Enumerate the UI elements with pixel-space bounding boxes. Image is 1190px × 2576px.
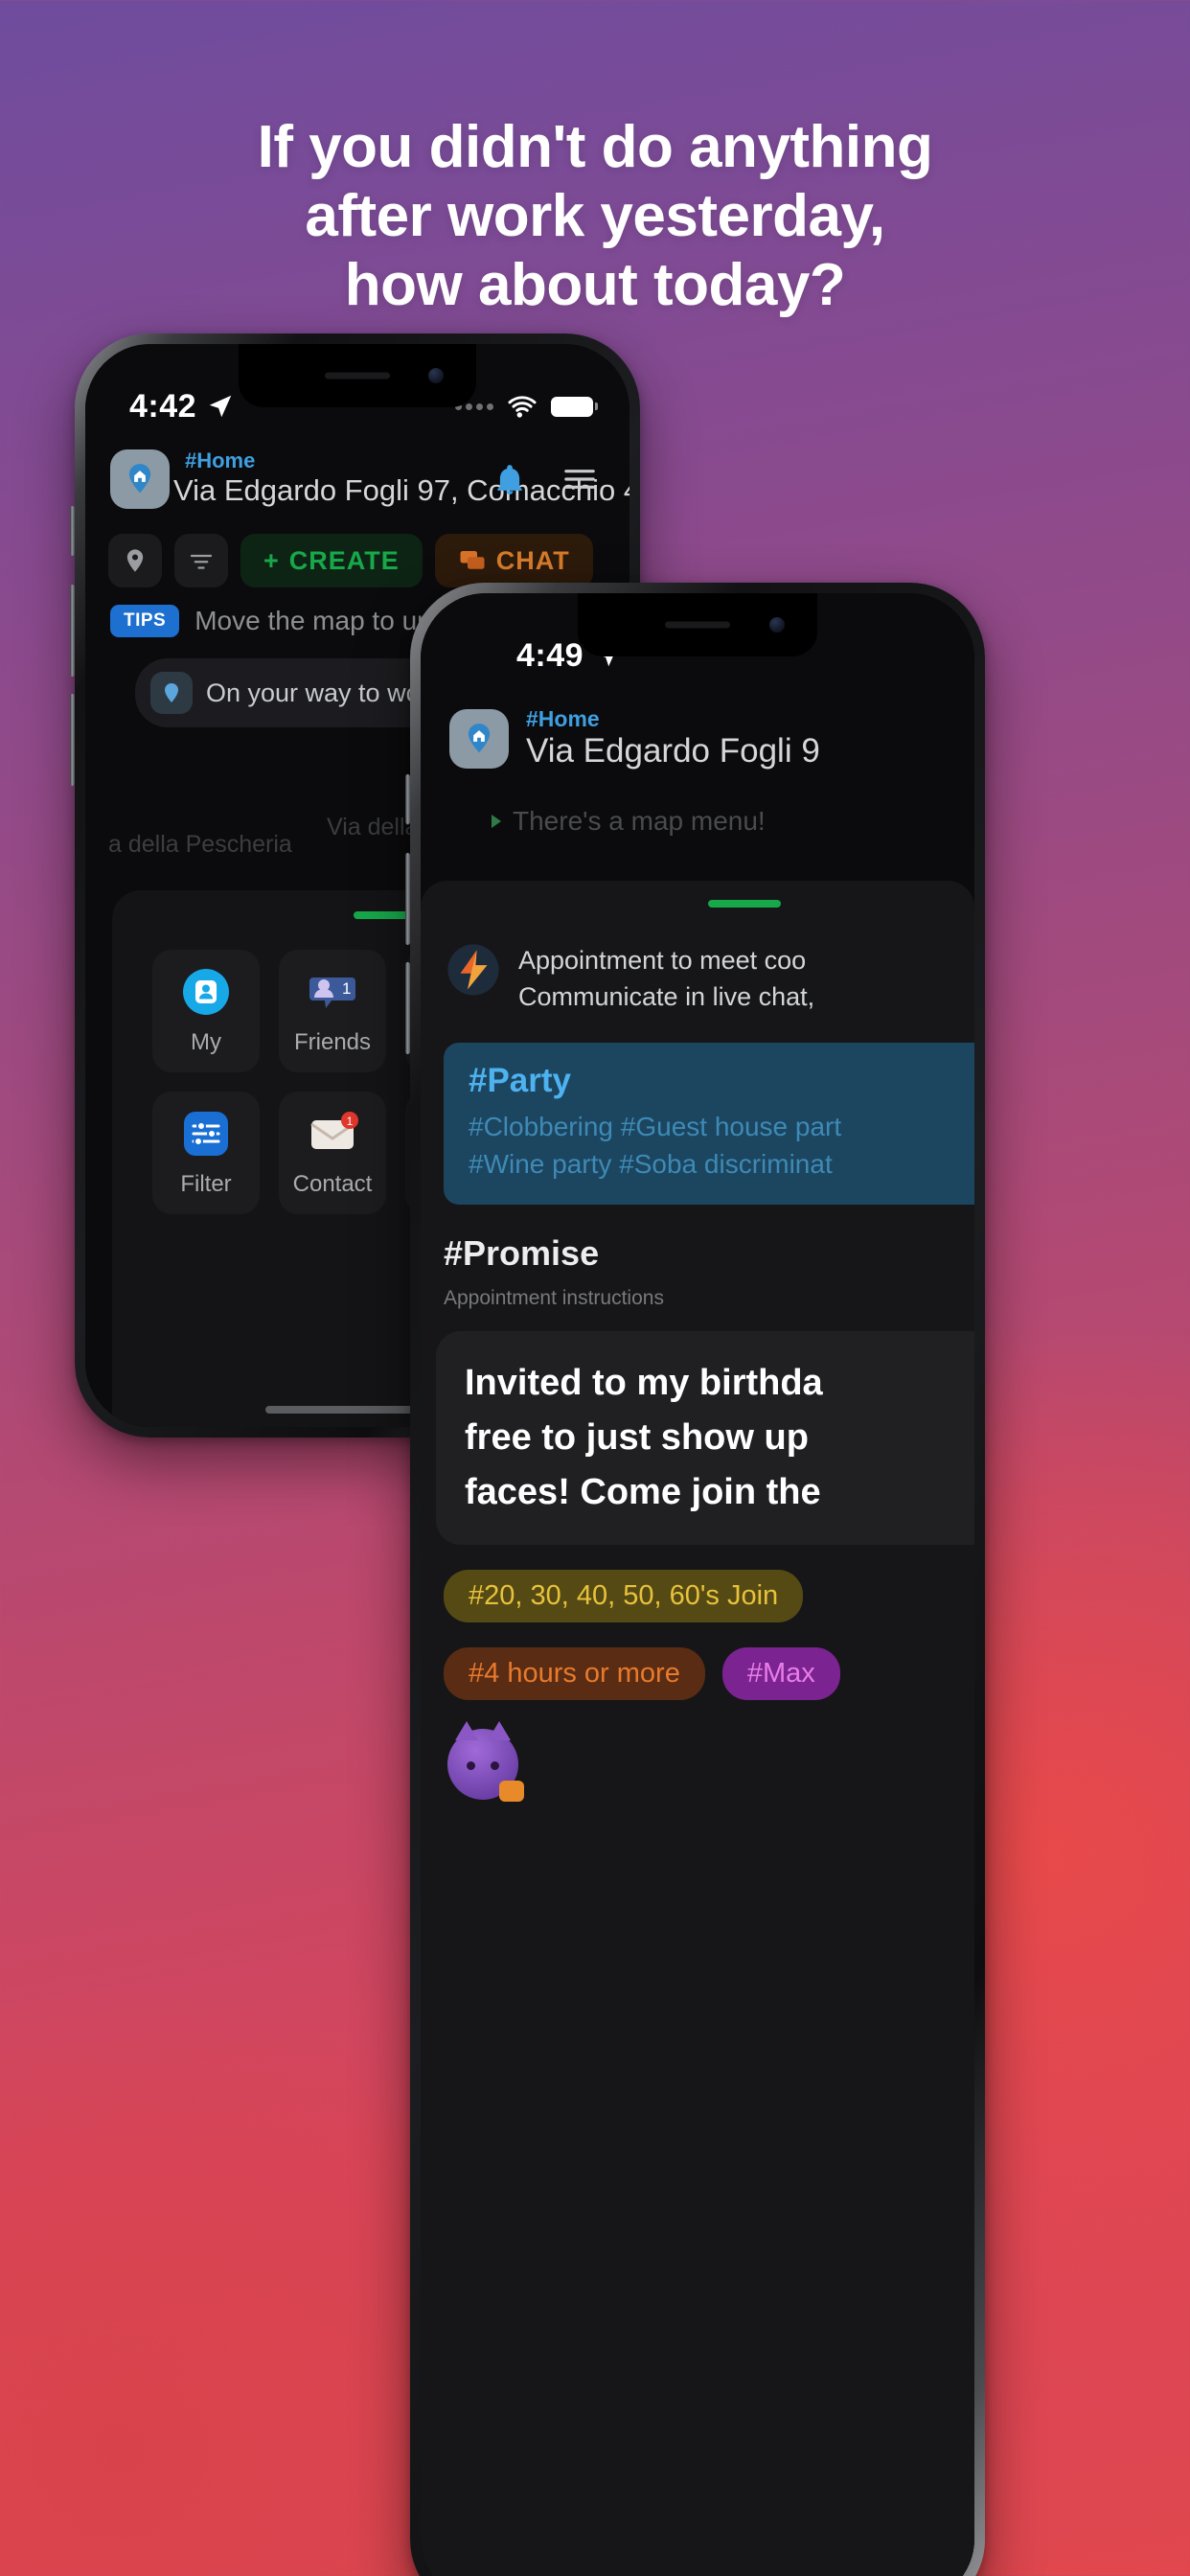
party-card-tags-line-1: #Clobbering #Guest house part bbox=[469, 1111, 842, 1141]
menu-tile-label: Filter bbox=[180, 1171, 232, 1197]
tag-chip-row-2: #4 hours or more #Max bbox=[444, 1647, 974, 1701]
hamburger-menu-icon[interactable] bbox=[561, 460, 599, 498]
battery-full-icon bbox=[551, 396, 598, 417]
tag-chip-row-1: #20, 30, 40, 50, 60's Join bbox=[444, 1570, 974, 1623]
party-card-tags-line-2: #Wine party #Soba discriminat bbox=[469, 1149, 833, 1180]
friends-icon: 1 bbox=[307, 966, 358, 1018]
home-tag-label-2: #Home bbox=[526, 706, 600, 731]
party-card-title: #Party bbox=[469, 1061, 572, 1099]
page-title: If you didn't do anything after work yes… bbox=[0, 113, 1190, 320]
volume-up-button[interactable] bbox=[70, 585, 75, 677]
create-button[interactable]: + CREATE bbox=[240, 534, 423, 587]
cat-ear-right-icon bbox=[488, 1721, 511, 1741]
volume-down-button-2[interactable] bbox=[405, 962, 410, 1054]
cat-avatar[interactable] bbox=[447, 1721, 524, 1803]
mail-icon: 1 bbox=[307, 1108, 358, 1160]
phone1-action-row: + CREATE CHAT bbox=[85, 534, 593, 587]
lightning-bolt-icon bbox=[446, 942, 501, 998]
notch bbox=[239, 344, 476, 407]
participant-avatar-row bbox=[447, 1721, 974, 1803]
tag-chip-duration[interactable]: #4 hours or more bbox=[444, 1647, 705, 1701]
svg-text:1: 1 bbox=[342, 979, 351, 998]
headline-line-2: after work yesterday, bbox=[305, 182, 885, 249]
sliders-icon bbox=[180, 1108, 232, 1160]
notch-2 bbox=[578, 593, 817, 656]
map-pin-icon bbox=[126, 549, 144, 572]
address-block-2[interactable]: #Home Via Edgardo Fogli 9 bbox=[526, 706, 820, 770]
filter-button[interactable] bbox=[174, 534, 228, 587]
status-time: 4:42 bbox=[129, 387, 197, 425]
map-pin-button[interactable] bbox=[108, 534, 162, 587]
promise-title: #Promise bbox=[444, 1233, 600, 1274]
phone1-app-header: #Home Via Edgardo Fogli 97, Comacchio 44… bbox=[85, 448, 629, 510]
menu-tile-my[interactable]: My bbox=[152, 950, 260, 1072]
notice-line-2: Communicate in live chat, bbox=[518, 982, 815, 1012]
earpiece-speaker bbox=[325, 372, 390, 380]
person-card-icon bbox=[180, 966, 232, 1018]
phone2-app-header: #Home Via Edgardo Fogli 9 bbox=[421, 706, 974, 770]
address-block[interactable]: #Home Via Edgardo Fogli 97, Comacchio 44… bbox=[173, 448, 629, 510]
menu-tile-label: Contact bbox=[292, 1171, 373, 1197]
map-street-label-2: a della Pescheria bbox=[108, 831, 292, 858]
address-text: Via Edgardo Fogli 97, Comacchio 4402 bbox=[173, 473, 629, 508]
address-text-2: Via Edgardo Fogli 9 bbox=[526, 732, 820, 770]
headline-line-1: If you didn't do anything bbox=[257, 114, 933, 180]
tag-chip-age[interactable]: #20, 30, 40, 50, 60's Join bbox=[444, 1570, 804, 1623]
party-category-card[interactable]: #Party #Clobbering #Guest house part #Wi… bbox=[444, 1042, 974, 1206]
status-time-2: 4:49 bbox=[516, 636, 584, 674]
menu-tile-label: My bbox=[191, 1029, 221, 1055]
create-label: CREATE bbox=[288, 545, 400, 575]
quote-line-2: free to just show up bbox=[465, 1417, 809, 1459]
create-plus-icon: + bbox=[263, 545, 280, 575]
chat-bubble-icon bbox=[460, 551, 485, 569]
appointment-quote-card: Invited to my birthda free to just show … bbox=[436, 1331, 974, 1546]
volume-down-button[interactable] bbox=[70, 694, 75, 786]
cat-eye-left-icon bbox=[467, 1761, 475, 1771]
menu-tile-filter[interactable]: Filter bbox=[152, 1092, 260, 1214]
cat-ear-left-icon bbox=[455, 1721, 478, 1741]
phone-mockup-right: 4:49 #Home Via Edgardo Fogli 9 There's a… bbox=[405, 583, 985, 2576]
filter-icon bbox=[190, 554, 213, 569]
phone2-content-sheet: Appointment to meet coo Communicate in l… bbox=[421, 881, 974, 2576]
notice-text-block: Appointment to meet coo Communicate in l… bbox=[518, 942, 814, 1016]
svg-text:1: 1 bbox=[347, 1115, 354, 1128]
menu-tile-contact[interactable]: 1 Contact bbox=[279, 1092, 386, 1214]
quote-line-1: Invited to my birthda bbox=[465, 1363, 823, 1404]
notice-line-1: Appointment to meet coo bbox=[518, 946, 807, 975]
mute-switch[interactable] bbox=[70, 506, 75, 556]
appointment-notice: Appointment to meet coo Communicate in l… bbox=[421, 908, 974, 1016]
earpiece-speaker-2 bbox=[665, 621, 730, 629]
front-camera-icon bbox=[428, 368, 444, 383]
bubble-pin-icon bbox=[150, 672, 193, 714]
tag-chip-max[interactable]: #Max bbox=[721, 1647, 840, 1701]
promise-section: #Promise Appointment instructions bbox=[444, 1233, 974, 1310]
mute-switch-2[interactable] bbox=[405, 774, 410, 824]
home-pin-icon[interactable] bbox=[110, 449, 170, 510]
status-indicators bbox=[455, 394, 598, 419]
promise-subtitle: Appointment instructions bbox=[444, 1287, 664, 1310]
home-pin-icon-2[interactable] bbox=[449, 708, 509, 769]
sheet-drag-handle-2[interactable] bbox=[708, 900, 781, 908]
volume-up-button-2[interactable] bbox=[405, 853, 410, 945]
menu-tile-friends[interactable]: 1 Friends bbox=[279, 950, 386, 1072]
front-camera-icon-2 bbox=[769, 617, 785, 632]
quote-line-3: faces! Come join the bbox=[465, 1472, 821, 1513]
tips-badge: TIPS bbox=[110, 605, 180, 637]
map-menu-tip: There's a map menu! bbox=[492, 806, 766, 837]
menu-tile-label: Friends bbox=[293, 1029, 372, 1055]
bell-icon[interactable] bbox=[492, 461, 528, 497]
phone2-screen: 4:49 #Home Via Edgardo Fogli 9 There's a… bbox=[421, 593, 974, 2576]
map-menu-tip-text: There's a map menu! bbox=[513, 806, 766, 836]
location-arrow-icon bbox=[209, 395, 232, 418]
cat-hat-icon bbox=[499, 1781, 524, 1803]
wifi-icon bbox=[508, 396, 537, 418]
status-time-group: 4:42 bbox=[129, 388, 235, 426]
cat-eye-right-icon bbox=[491, 1761, 499, 1771]
home-tag-label: #Home bbox=[185, 448, 256, 472]
headline-line-3: how about today? bbox=[344, 251, 846, 318]
chat-label: CHAT bbox=[495, 545, 570, 575]
tip-arrow-icon bbox=[492, 815, 501, 828]
chat-button[interactable]: CHAT bbox=[434, 534, 593, 587]
